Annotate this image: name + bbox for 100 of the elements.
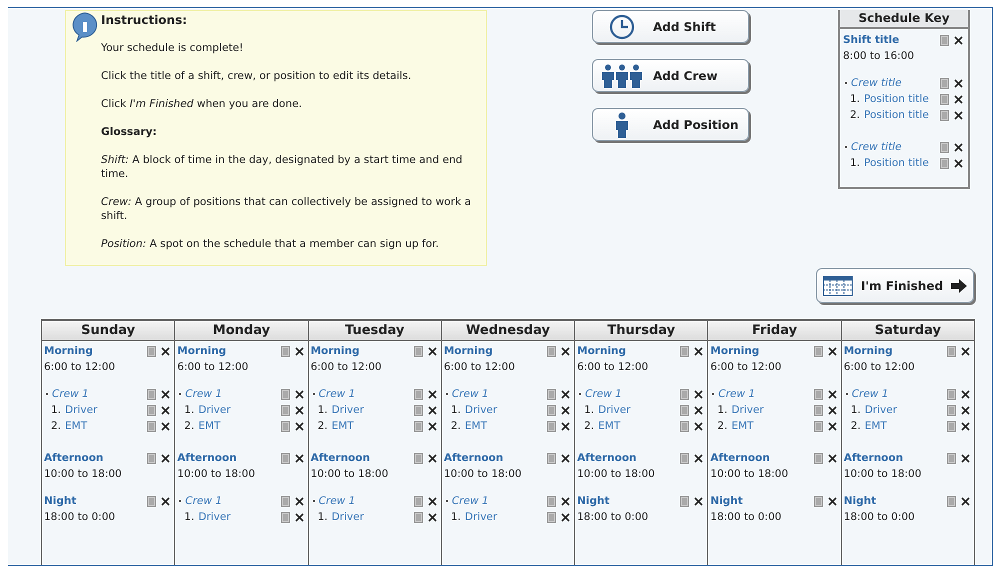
delete-icon[interactable] <box>954 158 963 168</box>
position-title[interactable]: EMT <box>464 420 487 432</box>
crew-title[interactable]: Crew 1 <box>452 495 489 507</box>
edit-icon[interactable] <box>814 452 823 464</box>
delete-icon[interactable] <box>694 496 704 506</box>
edit-icon[interactable] <box>940 158 949 168</box>
shift-title[interactable]: Afternoon <box>577 452 637 464</box>
delete-icon[interactable] <box>294 512 304 522</box>
shift-title[interactable]: Morning <box>310 345 360 357</box>
delete-icon[interactable] <box>954 94 963 104</box>
delete-icon[interactable] <box>828 454 837 462</box>
delete-icon[interactable] <box>694 406 704 414</box>
position-title[interactable]: Driver <box>464 404 498 416</box>
edit-icon[interactable] <box>547 452 556 464</box>
position-title[interactable]: Driver <box>464 511 498 523</box>
crew-title[interactable]: Crew 1 <box>318 388 356 400</box>
edit-icon[interactable] <box>414 404 423 416</box>
shift-title[interactable]: Afternoon <box>710 452 770 464</box>
delete-icon[interactable] <box>961 390 970 398</box>
delete-icon[interactable] <box>828 422 837 430</box>
delete-icon[interactable] <box>561 346 570 356</box>
position-title[interactable]: Driver <box>198 404 231 416</box>
shift-title[interactable]: Shift title <box>843 34 900 46</box>
edit-icon[interactable] <box>147 404 156 416</box>
add-button[interactable]: Add Crew <box>592 59 749 92</box>
shift-title[interactable]: Afternoon <box>444 452 504 464</box>
delete-icon[interactable] <box>161 496 170 506</box>
edit-icon[interactable] <box>414 512 423 522</box>
edit-icon[interactable] <box>414 388 423 400</box>
position-title[interactable]: EMT <box>598 420 620 432</box>
edit-icon[interactable] <box>547 496 556 506</box>
edit-icon[interactable] <box>940 94 949 104</box>
edit-icon[interactable] <box>940 34 949 46</box>
edit-icon[interactable] <box>147 452 156 464</box>
delete-icon[interactable] <box>428 406 437 414</box>
edit-icon[interactable] <box>547 346 556 356</box>
crew-title[interactable]: Crew 1 <box>318 495 356 507</box>
delete-icon[interactable] <box>428 454 437 462</box>
delete-icon[interactable] <box>694 454 704 462</box>
delete-icon[interactable] <box>294 346 304 356</box>
edit-icon[interactable] <box>947 388 956 400</box>
delete-icon[interactable] <box>294 496 304 506</box>
delete-icon[interactable] <box>561 496 570 506</box>
crew-title[interactable]: Crew title <box>851 141 902 153</box>
delete-icon[interactable] <box>828 496 837 506</box>
add-button[interactable]: Add Position <box>592 108 749 141</box>
position-title[interactable]: EMT <box>65 420 88 432</box>
add-button[interactable]: Add Shift <box>592 10 749 43</box>
edit-icon[interactable] <box>280 452 290 464</box>
edit-icon[interactable] <box>814 388 823 400</box>
position-title[interactable]: Driver <box>731 404 764 416</box>
delete-icon[interactable] <box>161 346 170 356</box>
delete-icon[interactable] <box>428 512 437 522</box>
position-title[interactable]: EMT <box>332 420 354 432</box>
delete-icon[interactable] <box>294 454 304 462</box>
shift-title[interactable]: Night <box>710 495 743 507</box>
shift-title[interactable]: Night <box>844 495 876 507</box>
delete-icon[interactable] <box>954 110 963 120</box>
edit-icon[interactable] <box>680 346 690 356</box>
crew-title[interactable]: Crew 1 <box>585 388 622 400</box>
edit-icon[interactable] <box>947 346 956 356</box>
crew-title[interactable]: Crew 1 <box>185 495 222 507</box>
position-title[interactable]: EMT <box>864 420 887 432</box>
delete-icon[interactable] <box>428 390 437 398</box>
edit-icon[interactable] <box>940 78 949 88</box>
edit-icon[interactable] <box>814 404 823 416</box>
crew-title[interactable]: Crew 1 <box>452 388 489 400</box>
position-title[interactable]: Driver <box>332 511 364 523</box>
delete-icon[interactable] <box>961 346 970 356</box>
position-title[interactable]: Driver <box>198 511 231 523</box>
delete-icon[interactable] <box>561 422 570 430</box>
edit-icon[interactable] <box>147 496 156 506</box>
delete-icon[interactable] <box>294 406 304 414</box>
edit-icon[interactable] <box>940 142 949 152</box>
position-title[interactable]: Driver <box>864 404 898 416</box>
crew-title[interactable]: Crew 1 <box>718 388 756 400</box>
edit-icon[interactable] <box>680 388 690 400</box>
edit-icon[interactable] <box>947 420 956 432</box>
finish-button[interactable]: I'm Finished <box>816 268 974 303</box>
edit-icon[interactable] <box>414 452 423 464</box>
edit-icon[interactable] <box>547 420 556 432</box>
delete-icon[interactable] <box>694 390 704 398</box>
delete-icon[interactable] <box>561 406 570 414</box>
delete-icon[interactable] <box>294 390 304 398</box>
edit-icon[interactable] <box>947 496 956 506</box>
crew-title[interactable]: Crew 1 <box>185 388 222 400</box>
edit-icon[interactable] <box>280 404 290 416</box>
shift-title[interactable]: Morning <box>177 345 226 357</box>
crew-title[interactable]: Crew 1 <box>852 388 888 400</box>
edit-icon[interactable] <box>947 404 956 416</box>
edit-icon[interactable] <box>147 420 156 432</box>
delete-icon[interactable] <box>954 142 963 152</box>
crew-title[interactable]: Crew 1 <box>52 388 89 400</box>
delete-icon[interactable] <box>954 78 963 88</box>
delete-icon[interactable] <box>694 346 704 356</box>
delete-icon[interactable] <box>961 422 970 430</box>
delete-icon[interactable] <box>561 512 570 522</box>
position-title[interactable]: Position title <box>864 93 929 105</box>
delete-icon[interactable] <box>694 422 704 430</box>
shift-title[interactable]: Morning <box>444 345 493 357</box>
